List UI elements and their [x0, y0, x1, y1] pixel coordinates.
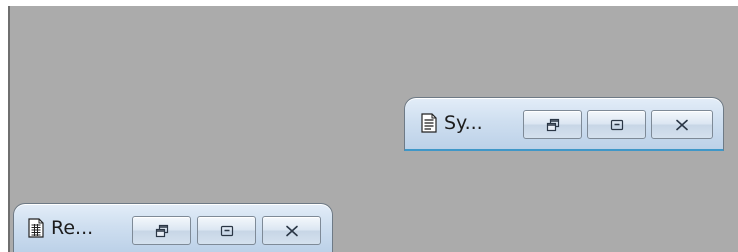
- close-icon: [676, 119, 688, 130]
- document-icon: [421, 113, 437, 133]
- close-button[interactable]: [651, 110, 713, 139]
- maximize-button[interactable]: [587, 110, 646, 139]
- report-icon: [28, 218, 44, 238]
- left-edge: [0, 0, 8, 252]
- left-divider: [8, 6, 10, 252]
- restore-icon: [155, 224, 168, 237]
- window-title: Re...: [51, 217, 94, 239]
- top-edge: [0, 0, 738, 6]
- restore-icon: [546, 118, 559, 131]
- minimized-window-sy[interactable]: Sy...: [404, 97, 724, 151]
- restore-button[interactable]: [523, 110, 582, 139]
- minimized-window-re[interactable]: Re...: [13, 203, 333, 252]
- maximize-icon: [610, 119, 623, 130]
- close-button[interactable]: [262, 216, 321, 245]
- window-title: Sy...: [444, 112, 483, 134]
- restore-button[interactable]: [132, 216, 191, 245]
- maximize-button[interactable]: [197, 216, 256, 245]
- close-icon: [285, 225, 298, 236]
- maximize-icon: [220, 225, 233, 236]
